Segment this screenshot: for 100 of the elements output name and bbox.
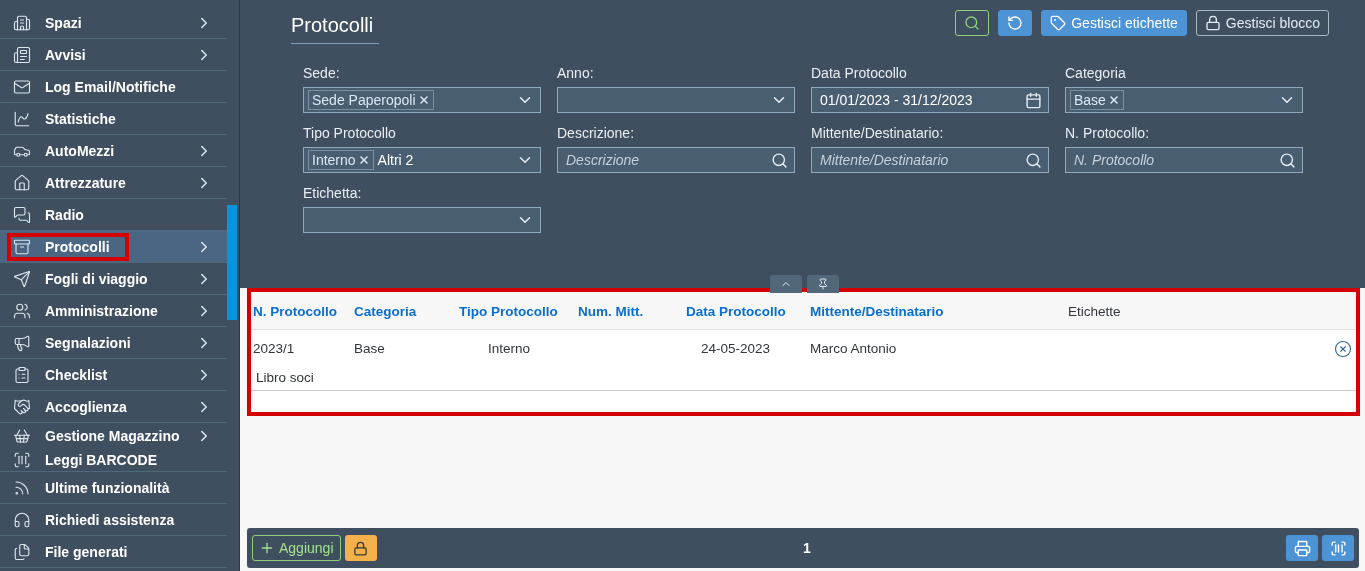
field-label: Tipo Protocollo <box>303 125 397 141</box>
sidebar-item[interactable]: Attrezzature <box>0 167 227 199</box>
column-header[interactable]: Mittente/Destinatario <box>810 303 944 319</box>
close-icon <box>1334 340 1352 358</box>
field-label: Categoria <box>1065 65 1127 81</box>
column-header[interactable]: N. Protocollo <box>253 303 337 319</box>
table-cell: Marco Antonio <box>810 341 897 356</box>
page-title: Protocolli <box>291 10 380 44</box>
lock-button[interactable] <box>344 535 377 561</box>
date-field[interactable]: 01/01/2023 - 31/12/2023 <box>811 87 1049 113</box>
sidebar-item[interactable]: Leggi BARCODE <box>0 448 227 472</box>
sidebar-item[interactable]: Gestione Magazzino <box>0 423 227 448</box>
toolbar-button[interactable]: Gestisci blocco <box>1195 10 1329 36</box>
field-label: Etichetta: <box>303 185 363 201</box>
remove-icon[interactable] <box>1107 94 1120 106</box>
field-label: Data Protocollo <box>811 65 908 81</box>
token[interactable]: Interno <box>308 150 374 170</box>
select-field[interactable]: Base <box>1065 87 1303 113</box>
token[interactable]: Base <box>1070 90 1124 110</box>
search-icon <box>964 15 981 31</box>
field-label: Anno: <box>557 65 595 81</box>
envelope-icon <box>13 77 31 96</box>
field-label: Mittente/Destinatario: <box>811 125 945 141</box>
field-label: Descrizione: <box>557 125 636 141</box>
table-cell: 2023/1 <box>253 341 295 356</box>
row-description: Libro soci <box>256 370 314 385</box>
sidebar-item[interactable]: Log Email/Notifiche <box>0 71 227 103</box>
remove-icon[interactable] <box>417 94 430 106</box>
column-header[interactable]: Data Protocollo <box>686 303 786 319</box>
paper-plane-icon <box>13 269 31 288</box>
sidebar-item[interactable]: Amministrazione <box>0 295 227 327</box>
column-header: Etichette <box>1068 303 1121 319</box>
search-field[interactable]: N. Protocollo <box>1065 147 1303 173</box>
archive-icon <box>13 237 31 256</box>
lock-icon <box>1204 15 1221 31</box>
select-field[interactable] <box>303 207 541 233</box>
sidebar-item[interactable]: AutoMezzi <box>0 135 227 167</box>
search-icon[interactable] <box>771 151 788 169</box>
field-value: 01/01/2023 - 31/12/2023 <box>819 92 974 108</box>
table-cell: 24-05-2023 <box>701 341 771 356</box>
remove-icon[interactable] <box>357 154 370 166</box>
calendar-icon[interactable] <box>1025 91 1042 109</box>
token[interactable]: Sede Paperopoli <box>308 90 434 110</box>
search-field[interactable]: Descrizione <box>557 147 795 173</box>
headset-icon <box>13 510 31 529</box>
sidebar-item[interactable]: Richiedi assistenza <box>0 504 227 536</box>
input-field[interactable]: Mittente/Destinatario <box>816 151 1021 169</box>
sidebar-item[interactable]: Statistiche <box>0 103 227 135</box>
search-button[interactable] <box>955 10 990 36</box>
people-icon <box>13 301 31 320</box>
house-icon <box>13 173 31 192</box>
building-icon <box>13 13 31 32</box>
table-cell: Interno <box>488 341 531 356</box>
handshake-icon <box>13 397 31 416</box>
sidebar-item[interactable]: Segnalazioni <box>0 327 227 359</box>
search-icon[interactable] <box>1025 151 1042 169</box>
printer-icon <box>1293 539 1311 557</box>
column-header[interactable]: Num. Mitt. <box>578 303 644 319</box>
print-button[interactable] <box>1286 535 1318 561</box>
barcode-icon <box>13 450 31 469</box>
checklist-icon <box>13 365 31 384</box>
sidebar-item[interactable]: Fogli di viaggio <box>0 263 227 295</box>
field-label: Sede: <box>303 65 341 81</box>
select-field[interactable] <box>557 87 795 113</box>
select-field[interactable]: Interno Altri 2 <box>303 147 541 173</box>
add-button[interactable]: Aggiungi <box>252 535 341 561</box>
search-field[interactable]: Mittente/Destinatario <box>811 147 1049 173</box>
sidebar-item[interactable]: Avvisi <box>0 39 227 71</box>
select-field[interactable]: Sede Paperopoli <box>303 87 541 113</box>
reset-icon <box>1007 15 1024 31</box>
sidebar-item[interactable]: Accoglienza <box>0 391 227 423</box>
field-value: Altri 2 <box>377 152 415 168</box>
lock-icon <box>353 540 368 556</box>
highlight-frame: Protocolli <box>7 232 129 261</box>
chat-icon <box>13 205 31 224</box>
barcode-icon <box>1329 539 1347 557</box>
sidebar-item[interactable]: File generati <box>0 536 227 568</box>
scrollbar-thumb[interactable] <box>227 205 237 320</box>
sidebar-item[interactable]: Spazi <box>0 7 227 39</box>
tag-icon <box>1050 15 1067 31</box>
column-header[interactable]: Categoria <box>354 303 417 319</box>
plus-icon <box>259 540 275 556</box>
sidebar-item[interactable]: Checklist <box>0 359 227 391</box>
input-field[interactable]: N. Protocollo <box>1070 151 1275 169</box>
rss-icon <box>13 478 31 497</box>
megaphone-icon <box>13 333 31 352</box>
table-cell: Base <box>354 341 385 356</box>
newspaper-icon <box>13 45 31 64</box>
pin-icon <box>817 278 829 290</box>
search-icon[interactable] <box>1279 151 1296 169</box>
sidebar-item[interactable]: Ultime funzionalità <box>0 472 227 504</box>
chart-icon <box>13 109 31 128</box>
clear-button[interactable] <box>998 10 1033 36</box>
column-header[interactable]: Tipo Protocollo <box>459 303 558 319</box>
sidebar-item[interactable]: Protocolli <box>0 231 227 263</box>
barcode-button[interactable] <box>1322 535 1354 561</box>
field-label: N. Protocollo: <box>1065 125 1151 141</box>
input-field[interactable]: Descrizione <box>562 151 767 169</box>
delete-button[interactable] <box>1334 340 1352 358</box>
pin-button[interactable] <box>807 275 839 293</box>
